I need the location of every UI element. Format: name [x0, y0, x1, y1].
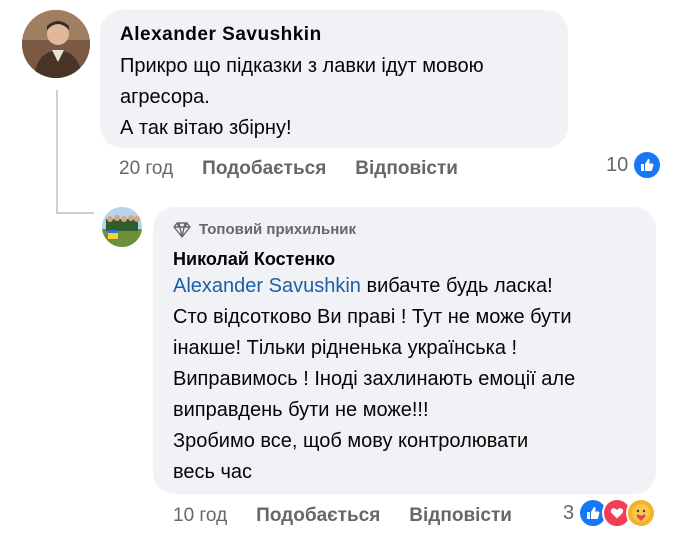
comment-text-line: весь час [173, 461, 253, 483]
comment-actions: 20 год Подобається Відповісти [119, 158, 458, 180]
comment-text-line: Сто відсотково Ви праві ! Тут не може бу… [173, 306, 572, 328]
reaction-count: 10 [606, 153, 629, 176]
avatar[interactable] [22, 10, 90, 78]
like-button[interactable]: Подобається [202, 158, 326, 180]
comment-text-line: інакше! Тільки рідненька українська ! [173, 337, 518, 359]
reaction-count: 3 [563, 501, 575, 524]
comment-text: Alexander Savushkin вибачте будь ласка! … [173, 271, 653, 488]
reply-button[interactable]: Відповісти [409, 505, 512, 527]
care-icon [626, 498, 657, 528]
top-fan-badge: Топовий прихильник [173, 221, 356, 238]
profile-photo [102, 207, 142, 247]
reply-actions: 10 год Подобається Відповісти [173, 505, 512, 527]
like-button[interactable]: Подобається [256, 505, 380, 527]
comment-bubble: Alexander Savushkin Прикро що підказки з… [100, 10, 568, 148]
reply-button[interactable]: Відповісти [355, 158, 458, 180]
comment-author[interactable]: Alexander Savushkin [120, 24, 322, 46]
reaction-summary[interactable]: 3 [563, 498, 657, 528]
avatar[interactable] [102, 207, 142, 247]
diamond-icon [173, 221, 191, 238]
reaction-summary[interactable]: 10 [606, 150, 663, 180]
comment-timestamp[interactable]: 20 год [119, 158, 173, 180]
like-icon [632, 150, 663, 180]
comment-author[interactable]: Николай Костенко [173, 249, 335, 270]
comment-text-fragment: вибачте будь ласка! [360, 275, 553, 297]
reply-bubble: Топовий прихильник Николай Костенко Alex… [153, 207, 656, 494]
comment-text-line: Виправимось ! Іноді захлинають емоції ал… [173, 368, 576, 390]
thread-connector-line [56, 90, 58, 214]
profile-photo [22, 10, 90, 78]
comment-text-line: Alexander Savushkin вибачте будь ласка! [173, 271, 653, 302]
comment-text-line: виправдень бути не може!!! [173, 399, 429, 421]
comment-timestamp[interactable]: 10 год [173, 505, 227, 527]
comment-text-line: А так вітаю збірну! [120, 117, 292, 139]
comment-text-line: агресора. [120, 86, 210, 108]
thread-connector-branch [56, 212, 94, 214]
mention-link[interactable]: Alexander Savushkin [173, 275, 361, 297]
comment-text-line: Зробимо все, щоб мову контролювати [173, 430, 529, 452]
comment-text: Прикро що підказки з лавки ідут мовою аг… [120, 51, 560, 144]
comment-text-line: Прикро що підказки з лавки ідут мовою [120, 55, 484, 77]
badge-label: Топовий прихильник [199, 221, 356, 238]
